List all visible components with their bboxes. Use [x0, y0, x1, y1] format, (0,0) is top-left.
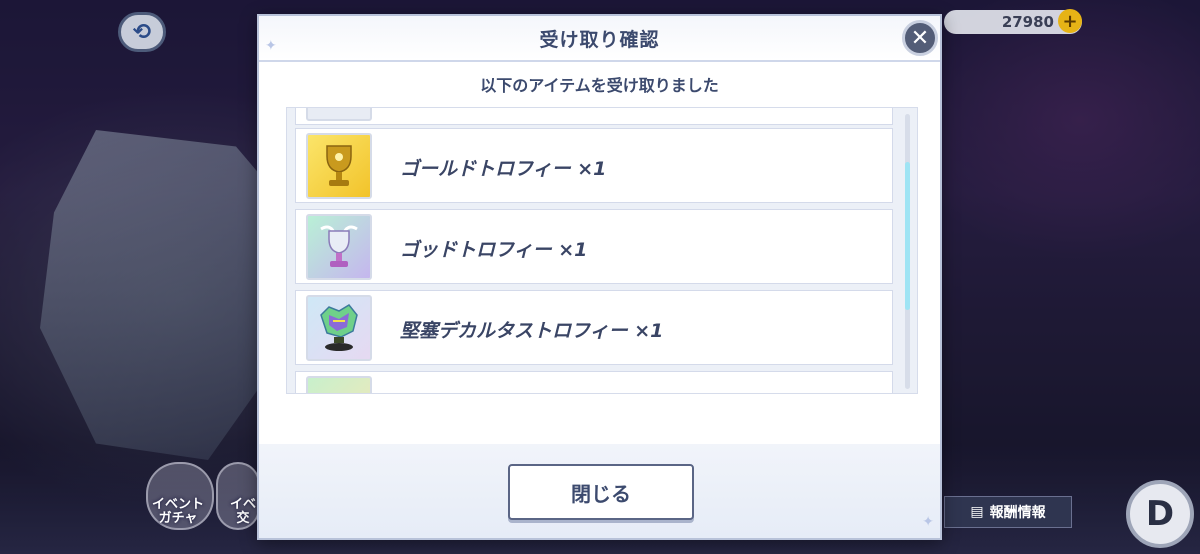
close-dialog-button[interactable]: 閉じる — [508, 464, 694, 520]
event-gacha-label: イベント ガチャ — [151, 497, 204, 526]
item-label: ゴールドトロフィー ×1 — [400, 158, 607, 180]
card-item-icon — [306, 376, 372, 393]
list-item — [295, 371, 893, 393]
gold-trophy-icon — [306, 133, 372, 199]
add-currency-button[interactable]: + — [1058, 9, 1082, 33]
close-x-button[interactable]: ✕ — [902, 20, 938, 56]
plus-icon: + — [1062, 10, 1078, 32]
event-exchange-label: イベ 交 — [230, 497, 257, 526]
item-icon — [306, 108, 372, 121]
receive-confirm-dialog: ✦ 受け取り確認 ✕ 以下のアイテムを受け取りました ゴールドトロフィー ×1 — [257, 14, 942, 540]
currency-amount: 27980 — [1001, 13, 1054, 31]
god-trophy-icon — [306, 214, 372, 280]
item-label: 堅塞デカルタストロフィー ×1 — [400, 320, 664, 342]
back-button[interactable]: ⟲ — [118, 12, 166, 52]
close-x-icon: ✕ — [910, 25, 930, 51]
dialog-subtitle: 以下のアイテムを受け取りました — [480, 76, 719, 95]
dialog-title: 受け取り確認 — [539, 28, 660, 51]
back-arrow-icon: ⟲ — [132, 19, 152, 45]
reward-info-label: 報酬情報 — [989, 505, 1046, 521]
fortress-trophy-icon — [306, 295, 372, 361]
sparkle-icon: ✦ — [265, 38, 277, 54]
sparkle-icon: ✦ — [922, 514, 934, 530]
list-item — [295, 108, 893, 125]
item-label: ゴッドトロフィー ×1 — [400, 239, 588, 261]
close-button-label: 閉じる — [571, 481, 631, 506]
scrollbar-thumb[interactable] — [905, 162, 910, 310]
d-button-label: D — [1145, 494, 1175, 534]
received-items-list[interactable]: ゴールドトロフィー ×1 ゴッドトロフィー ×1 堅塞デカルタストロフィー ×1 — [286, 107, 918, 394]
list-item: ゴールドトロフィー ×1 — [295, 128, 893, 203]
d-menu-button[interactable]: D — [1126, 480, 1194, 548]
list-icon: ▤ — [970, 504, 984, 520]
list-item: ゴッドトロフィー ×1 — [295, 209, 893, 284]
list-item: 堅塞デカルタストロフィー ×1 — [295, 290, 893, 365]
reward-info-button[interactable]: ▤ 報酬情報 — [944, 496, 1072, 528]
dialog-header: ✦ 受け取り確認 — [259, 16, 940, 62]
